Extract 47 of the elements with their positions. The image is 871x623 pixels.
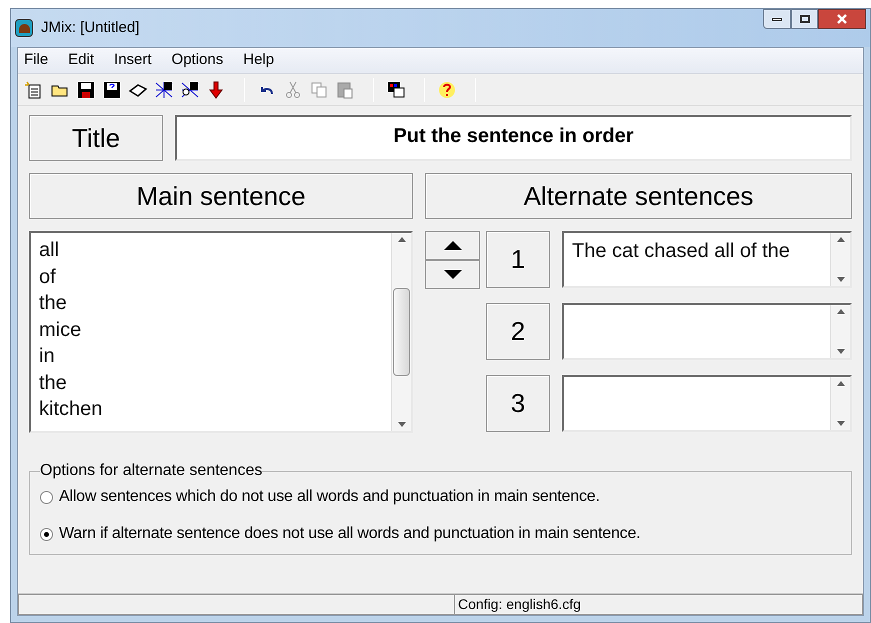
close-icon [837, 14, 847, 24]
word-item[interactable]: in [39, 343, 391, 370]
sentence-number-button[interactable]: 3 [486, 375, 550, 432]
main-sentence-heading: Main sentence [29, 173, 413, 219]
menu-item[interactable]: Help [243, 49, 274, 72]
down-triangle-icon [444, 270, 462, 279]
menu-item[interactable]: File [24, 49, 48, 72]
main-sentence-list[interactable]: all of the mice in the kitchen [29, 231, 413, 433]
move-down-button[interactable] [425, 260, 480, 289]
move-up-button[interactable] [425, 231, 480, 260]
title-field[interactable]: Put the sentence in order [175, 115, 852, 161]
scroll-down-icon[interactable] [398, 422, 406, 427]
menu-item[interactable]: Insert [114, 49, 152, 72]
window-title: JMix: [Untitled] [41, 18, 140, 38]
status-config: Config: english6.cfg [454, 594, 863, 615]
close-button[interactable] [818, 9, 866, 29]
word-item[interactable]: all [39, 237, 391, 264]
option-label: Warn if alternate sentence does not use all words and punctuation in main sentence. [59, 524, 640, 544]
sentence-number-button[interactable]: 2 [486, 303, 550, 360]
app-icon [15, 19, 33, 37]
title-label: Title [29, 115, 163, 161]
scroll-thumb[interactable] [393, 288, 410, 376]
sentence-number-button[interactable]: 1 [486, 231, 550, 288]
menu-item[interactable]: Options [172, 49, 224, 72]
word-item[interactable]: the [39, 290, 391, 316]
radio-button[interactable] [40, 490, 53, 504]
word-item[interactable]: kitchen [39, 396, 391, 422]
save-icon[interactable] [76, 80, 96, 100]
picture-icon[interactable] [386, 80, 406, 100]
up-triangle-icon [444, 241, 462, 250]
word-item[interactable]: the [39, 370, 391, 396]
maximize-button[interactable] [791, 9, 818, 29]
scrollbar[interactable] [391, 233, 411, 431]
paste-icon[interactable] [335, 80, 355, 100]
scroll-up-icon[interactable] [398, 237, 406, 242]
copy-icon[interactable] [309, 80, 329, 100]
alternate-sentences-heading: Alternate sentences [425, 173, 852, 219]
down-arrow-icon[interactable] [206, 80, 226, 100]
radio-button[interactable] [40, 528, 53, 540]
word-item[interactable]: of [39, 264, 391, 290]
minimize-button[interactable] [763, 9, 791, 29]
options-legend: Options for alternate sentences [40, 459, 262, 483]
menu-item[interactable]: Edit [68, 49, 94, 72]
option-label: Allow sentences which do not use all words and punctuation in main sentence. [59, 487, 600, 507]
save-as-icon[interactable] [102, 80, 122, 100]
word-item[interactable]: mice [39, 316, 391, 343]
help-icon[interactable] [437, 80, 457, 100]
